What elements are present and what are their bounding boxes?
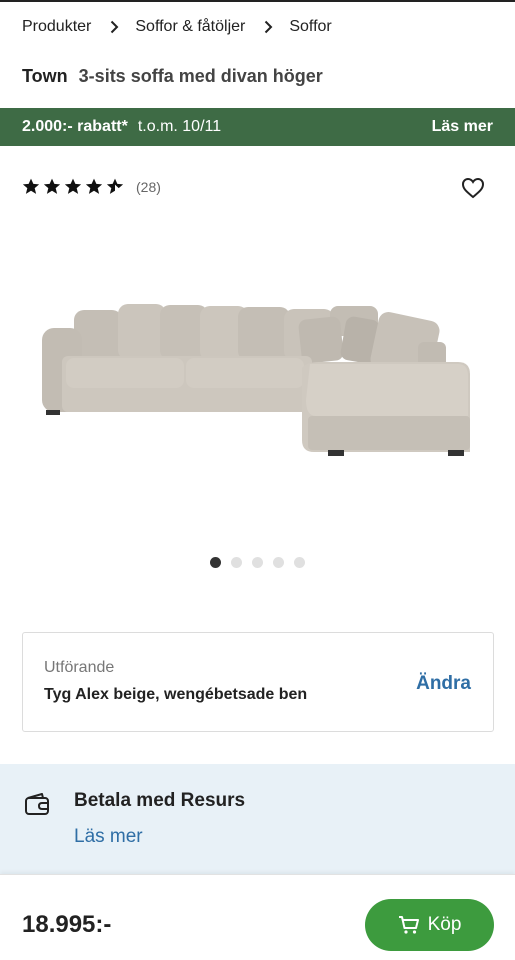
product-description: 3-sits soffa med divan höger (78, 66, 323, 86)
star-icon (64, 178, 82, 194)
gallery-dot[interactable] (294, 557, 305, 568)
gallery-dot[interactable] (273, 557, 284, 568)
product-price: 18.995:- (22, 911, 112, 938)
variant-label: Utförande (44, 659, 115, 676)
product-brand: Town (22, 66, 68, 86)
breadcrumb-item-soffor-fatoljer[interactable]: Soffor & fåtöljer (135, 18, 245, 36)
star-icon (43, 178, 61, 194)
gallery-dot[interactable] (231, 557, 242, 568)
wallet-icon (24, 792, 50, 816)
chevron-right-icon (103, 20, 125, 34)
payment-title: Betala med Resurs (74, 790, 246, 811)
variant-card: Utförande Tyg Alex beige, wengébetsade b… (22, 632, 494, 732)
product-title: Town 3-sits soffa med divan höger (22, 66, 323, 87)
rating-count: (28) (136, 178, 161, 195)
top-border (0, 0, 515, 2)
promo-banner: 2.000:- rabatt* t.o.m. 10/11 Läs mer (0, 108, 515, 146)
gallery-dots (0, 557, 515, 568)
buy-label: Köp (427, 914, 462, 935)
breadcrumb-item-soffor[interactable]: Soffor (289, 18, 331, 36)
buy-button[interactable]: Köp (365, 899, 494, 951)
sticky-footer: 18.995:- Köp (0, 874, 515, 960)
chevron-right-icon (257, 20, 279, 34)
rating[interactable]: (28) (22, 178, 161, 195)
gallery-dot[interactable] (210, 557, 221, 568)
rating-stars (22, 178, 124, 195)
breadcrumb: Produkter Soffor & fåtöljer Soffor (22, 18, 332, 36)
variant-value: Tyg Alex beige, wengébetsade ben (44, 686, 308, 703)
payment-read-more-link[interactable]: Läs mer (74, 826, 143, 848)
change-variant-button[interactable]: Ändra (416, 673, 471, 695)
gallery-dot[interactable] (252, 557, 263, 568)
promo-read-more-link[interactable]: Läs mer (432, 118, 493, 136)
breadcrumb-item-produkter[interactable]: Produkter (22, 18, 91, 36)
star-icon (85, 178, 103, 194)
heart-icon[interactable] (461, 177, 485, 199)
promo-period: t.o.m. 10/11 (137, 118, 222, 135)
payment-section: Betala med Resurs Läs mer (0, 764, 515, 874)
promo-rebate: 2.000:- rabatt* (22, 118, 128, 135)
star-half-icon (106, 178, 124, 194)
star-icon (22, 178, 40, 194)
cart-icon (398, 915, 420, 935)
sofa-image[interactable] (38, 290, 478, 465)
